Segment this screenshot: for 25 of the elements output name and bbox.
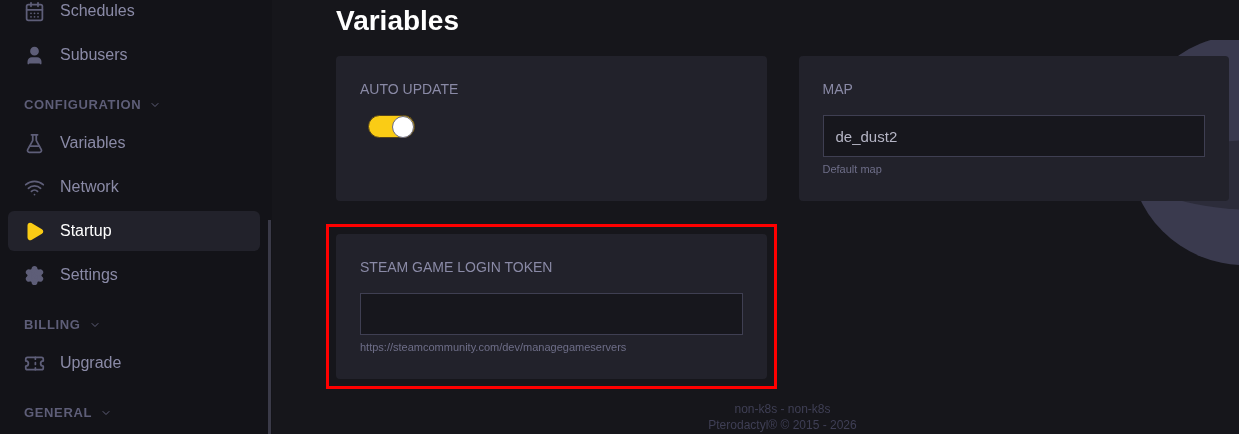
page-title: Variables <box>336 4 460 38</box>
variable-label: STEAM GAME LOGIN TOKEN <box>360 258 554 276</box>
footer-text: Pterodactyl® © 2015 - 2026 <box>708 417 857 433</box>
sidebar-item[interactable]: Schedules <box>8 0 260 31</box>
sidebar-item[interactable]: Startup <box>8 211 260 251</box>
variable-label: MAP <box>822 80 854 98</box>
toggle-switch[interactable] <box>368 115 415 138</box>
section-heading: CONFIGURATION <box>24 96 142 115</box>
settings-icon <box>24 264 45 286</box>
footer-text: non-k8s - non-k8s <box>734 401 831 417</box>
section-heading: GENERAL <box>24 404 93 423</box>
sidebar-item[interactable]: Upgrade <box>8 343 260 383</box>
sidebar-item[interactable]: Variables <box>8 123 260 163</box>
section-heading: BILLING <box>24 316 81 335</box>
flask-icon <box>24 132 45 154</box>
calendar-icon <box>24 0 45 22</box>
text-field[interactable]: de_dust2 <box>822 115 1205 157</box>
sidebar-item[interactable]: Settings <box>8 255 260 295</box>
text-field[interactable] <box>360 293 743 335</box>
variable-description: Default map <box>822 162 883 177</box>
sidebar-item[interactable]: Subusers <box>8 35 260 75</box>
scrollbar-thumb[interactable] <box>268 220 271 434</box>
variable-label: AUTO UPDATE <box>360 80 460 98</box>
variable-description: https://steamcommunity.com/dev/managegameservers <box>360 340 628 355</box>
sidebar-item[interactable]: Network <box>8 167 260 207</box>
